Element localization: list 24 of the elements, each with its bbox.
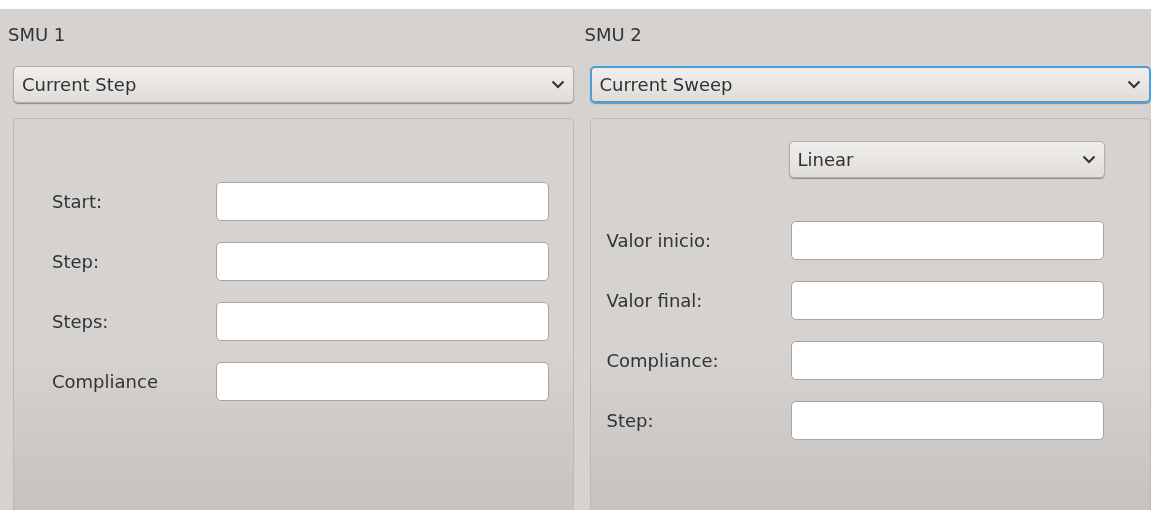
dropdown[interactable]: Current Sweep xyxy=(589,66,1151,103)
field-label: Step: xyxy=(606,409,655,433)
input-field[interactable] xyxy=(216,302,549,341)
field-label: Valor inicio: xyxy=(606,229,712,253)
section-title: SMU 2 xyxy=(584,23,643,47)
dropdown[interactable]: Linear xyxy=(788,141,1105,178)
caret-icon xyxy=(1126,80,1141,89)
field-label: Compliance: xyxy=(606,349,720,373)
field-label: Step: xyxy=(52,250,101,274)
input-field[interactable] xyxy=(216,182,549,221)
caret-icon xyxy=(551,80,565,89)
field-label: Valor final: xyxy=(606,289,704,313)
input-field[interactable] xyxy=(790,401,1104,440)
input-field[interactable] xyxy=(216,362,549,401)
caret-icon xyxy=(1081,155,1096,164)
input-field[interactable] xyxy=(216,242,549,281)
field-label: Steps: xyxy=(52,310,110,334)
section-title: SMU 1 xyxy=(8,23,67,47)
field-label: Start: xyxy=(52,190,104,214)
input-field[interactable] xyxy=(790,281,1104,320)
input-field[interactable] xyxy=(790,341,1104,380)
input-field[interactable] xyxy=(790,221,1104,260)
field-label: Compliance xyxy=(52,370,159,394)
dropdown[interactable]: Current Step xyxy=(13,66,574,103)
